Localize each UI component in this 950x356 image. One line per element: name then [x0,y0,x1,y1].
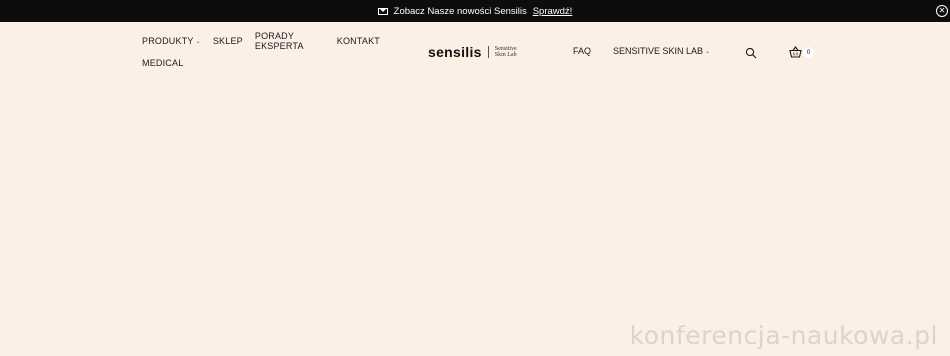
chevron-down-icon: ⌄ [195,38,201,45]
nav-item-medical[interactable]: MEDICAL [142,58,183,68]
basket-icon [789,46,802,58]
promo-link[interactable]: Sprawdź! [533,6,573,17]
cart-count-badge: 0 [803,46,814,58]
envelope-icon [377,7,388,15]
nav-item-kontakt[interactable]: KONTAKT [337,36,380,46]
nav-item-produkty[interactable]: PRODUKTY ⌄ [142,36,201,46]
logo-wordmark: sensilis [428,44,482,60]
main-nav-left: PRODUKTY ⌄ SKLEP PORADY EKSPERTA KONTAKT… [142,31,392,70]
promo-text: Zobacz Nasze nowości Sensilis [393,5,527,17]
logo-divider [487,46,489,58]
watermark-text: konferencja-naukowa.pl [629,321,938,350]
close-circle-icon[interactable]: ✕ [936,5,948,17]
nav-item-sklep[interactable]: SKLEP [213,36,243,46]
nav-item-faq[interactable]: FAQ [573,46,591,56]
nav-item-porady-eksperta[interactable]: PORADY EKSPERTA [255,31,325,51]
logo-tagline: Sensitive Skin Lab [494,46,517,58]
chevron-down-icon: ⌄ [705,48,711,55]
main-nav-right: FAQ SENSITIVE SKIN LAB ⌄ [573,46,732,56]
search-icon [745,47,757,59]
search-button[interactable] [745,46,757,59]
nav-item-sensitive-skin-lab[interactable]: SENSITIVE SKIN LAB ⌄ [613,46,710,56]
promo-bar: Zobacz Nasze nowości Sensilis Sprawdź! ✕ [0,0,950,22]
brand-logo[interactable]: sensilis Sensitive Skin Lab [428,43,517,61]
cart-button[interactable]: 0 [789,44,815,60]
